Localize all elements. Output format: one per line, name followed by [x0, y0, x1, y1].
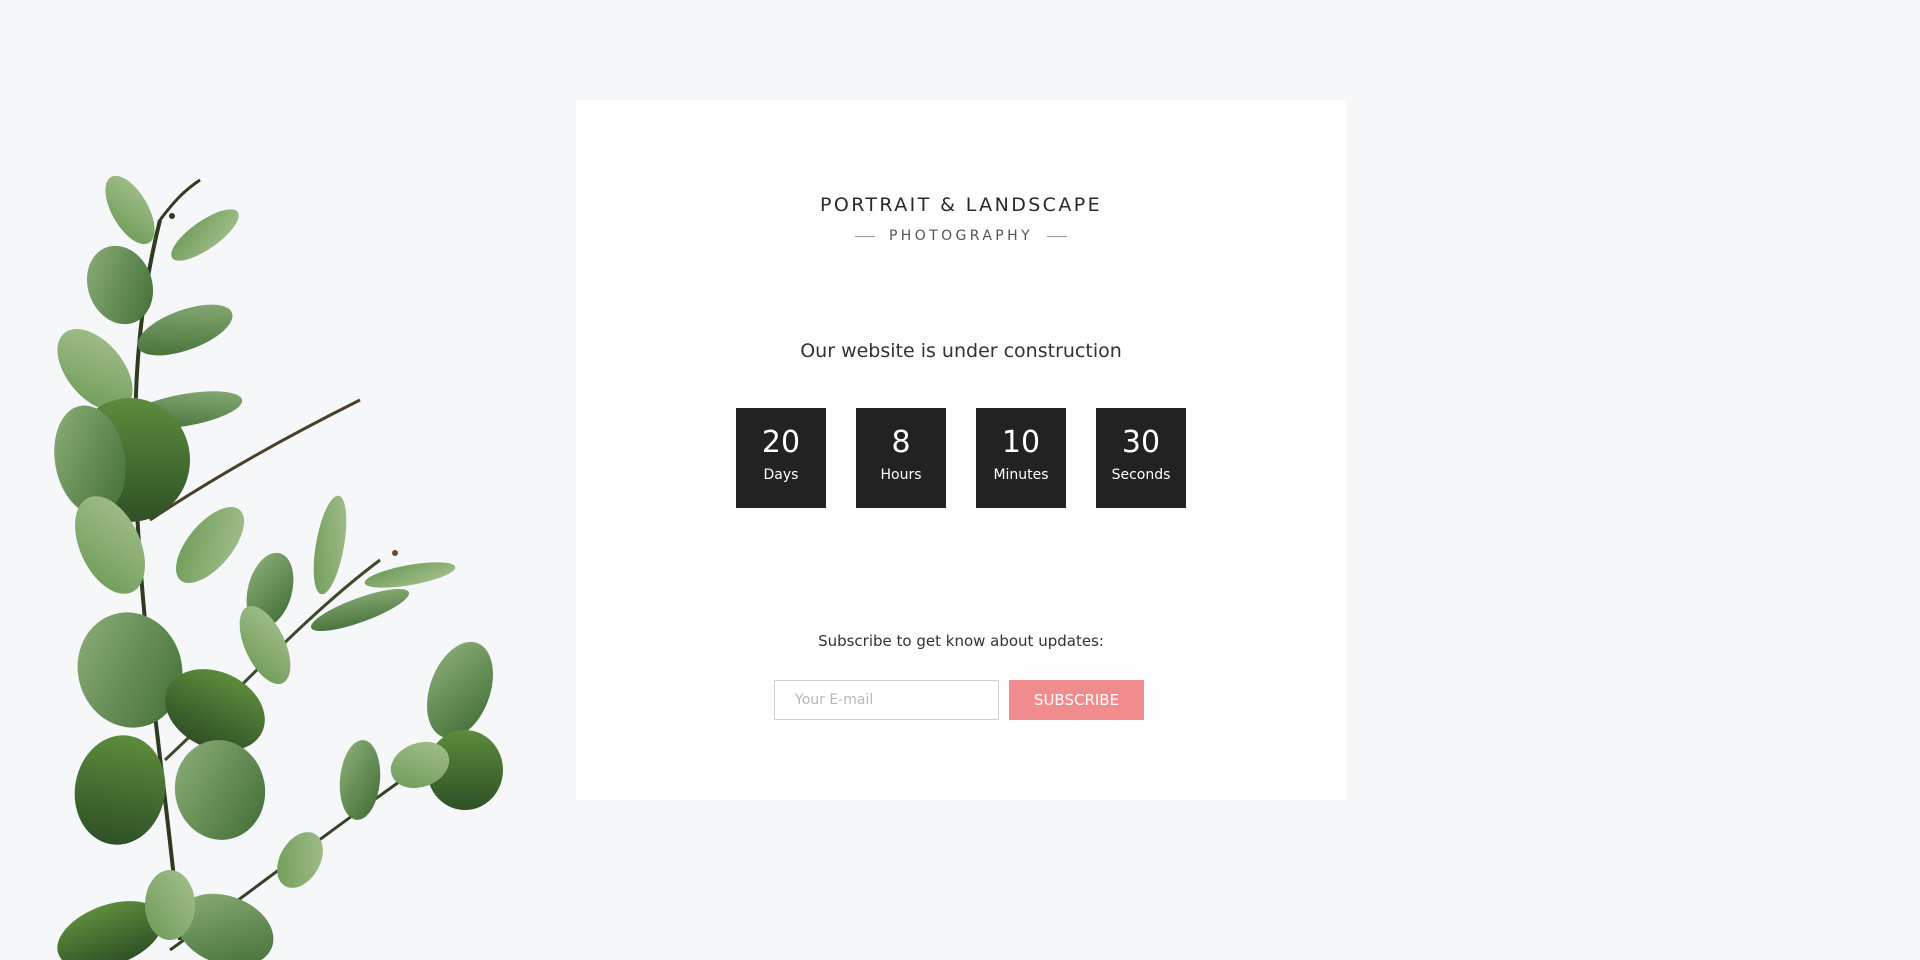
countdown-minutes-label: Minutes [993, 467, 1049, 483]
countdown-hours: 8 Hours [856, 408, 946, 508]
eucalyptus-branch-icon [54, 175, 503, 960]
countdown-seconds-value: 30 [1121, 425, 1161, 460]
countdown-minutes-value: 10 [1001, 425, 1041, 460]
email-input[interactable] [774, 680, 999, 720]
countdown-seconds: 30 Seconds [1096, 408, 1186, 508]
construction-headline: Our website is under construction [800, 340, 1122, 362]
countdown-days-value: 20 [761, 425, 801, 460]
countdown-minutes: 10 Minutes [976, 408, 1066, 508]
countdown-hours-label: Hours [880, 467, 922, 483]
countdown-hours-value: 8 [891, 425, 911, 460]
countdown-timer: 20 Days 8 Hours 10 Minutes 30 Seconds [576, 408, 1346, 508]
countdown-days: 20 Days [736, 408, 826, 508]
brand-subtitle: PHOTOGRAPHY [576, 228, 1346, 244]
countdown-days-label: Days [763, 467, 799, 483]
subscribe-form: SUBSCRIBE [774, 680, 1144, 720]
brand-subtitle-text: PHOTOGRAPHY [888, 228, 1034, 244]
divider-right [1047, 235, 1068, 237]
subscribe-button[interactable]: SUBSCRIBE [1009, 680, 1144, 720]
subscribe-prompt: Subscribe to get know about updates: [818, 632, 1104, 650]
content-card: PORTRAIT & LANDSCAPE PHOTOGRAPHY Our web… [576, 100, 1346, 800]
divider-left [854, 235, 875, 237]
countdown-seconds-label: Seconds [1111, 467, 1171, 483]
brand-title: PORTRAIT & LANDSCAPE [819, 194, 1103, 216]
